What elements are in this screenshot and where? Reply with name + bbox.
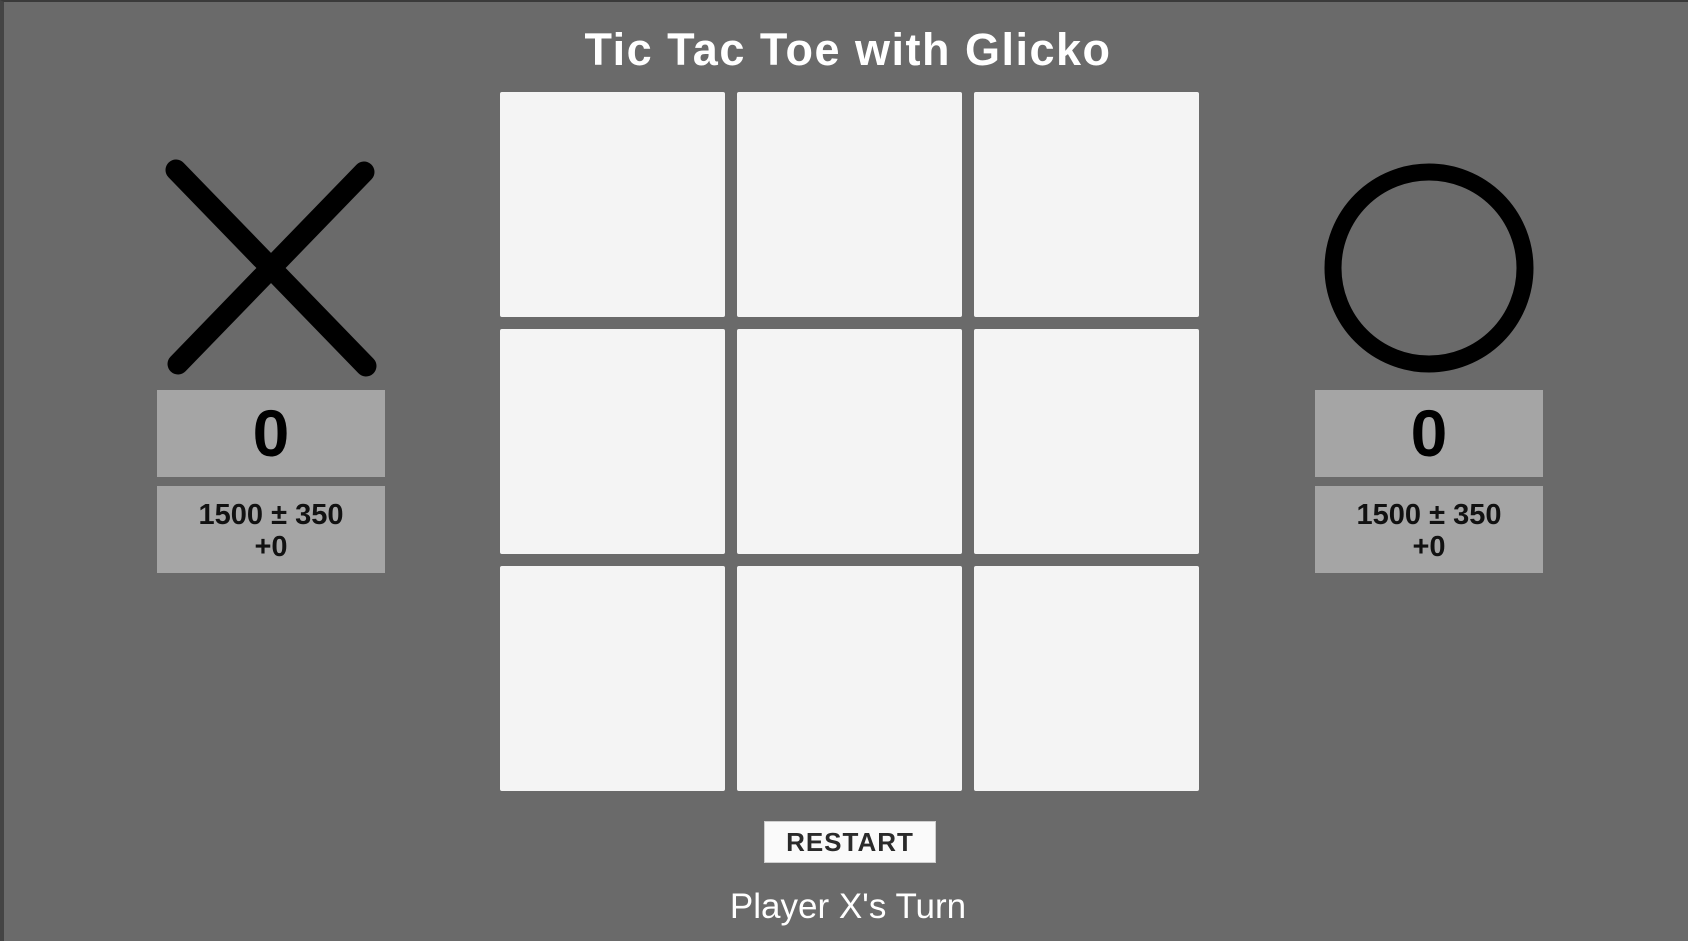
board-cell-4[interactable] [500, 329, 725, 554]
x-mark-icon [165, 159, 377, 377]
player-o-rating: 1500 ± 350 [1356, 499, 1502, 531]
board-cell-2[interactable] [737, 92, 962, 317]
player-o-rating-panel: 1500 ± 350 +0 [1315, 486, 1543, 573]
board-cell-8[interactable] [737, 566, 962, 791]
board-cell-3[interactable] [974, 92, 1199, 317]
game-screen: Tic Tac Toe with Glicko 0 1500 ± 350 +0 … [0, 0, 1688, 941]
page-title: Tic Tac Toe with Glicko [584, 24, 1112, 75]
turn-status: Player X's Turn [729, 887, 967, 926]
board-cell-5[interactable] [737, 329, 962, 554]
o-mark-icon [1324, 163, 1534, 373]
restart-button[interactable]: RESTART [764, 821, 936, 863]
game-board [500, 92, 1200, 792]
player-o-rating-change: +0 [1412, 531, 1446, 563]
player-x-rating: 1500 ± 350 [198, 499, 344, 531]
board-cell-6[interactable] [974, 329, 1199, 554]
player-x-rating-panel: 1500 ± 350 +0 [157, 486, 385, 573]
board-cell-9[interactable] [974, 566, 1199, 791]
player-x-score: 0 [157, 390, 385, 477]
board-cell-1[interactable] [500, 92, 725, 317]
player-o-score: 0 [1315, 390, 1543, 477]
player-x-rating-change: +0 [254, 531, 288, 563]
board-cell-7[interactable] [500, 566, 725, 791]
